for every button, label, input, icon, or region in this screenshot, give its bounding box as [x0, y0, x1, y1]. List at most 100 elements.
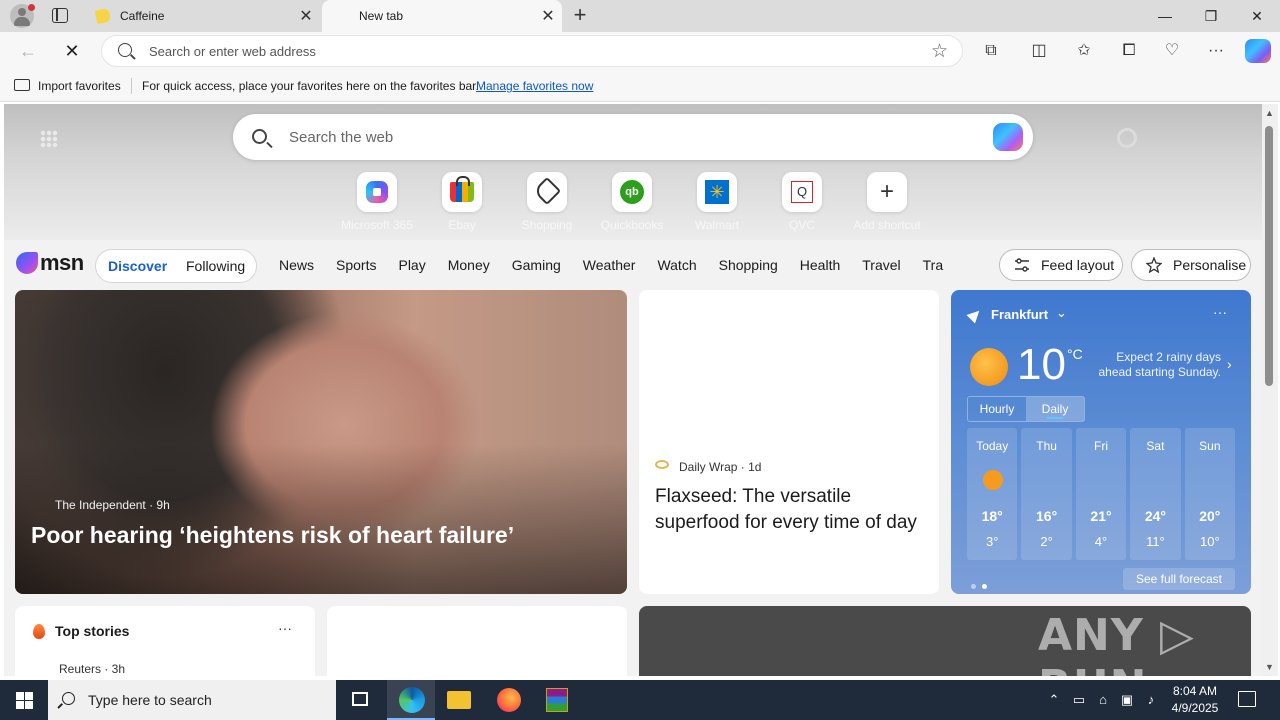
more-options-icon[interactable]: ··· — [278, 620, 292, 636]
scroll-up-icon[interactable]: ▲ — [1265, 108, 1274, 118]
browser-essentials-icon[interactable]: ♡ — [1160, 40, 1184, 62]
weather-location[interactable]: Frankfurt — [991, 307, 1048, 322]
notifications-icon[interactable] — [1238, 691, 1256, 707]
forecast-day[interactable]: Sun 20° 10° — [1184, 428, 1236, 560]
low-temp: 2° — [1040, 534, 1053, 549]
tab-caffeine[interactable]: Caffeine ✕ — [84, 0, 320, 32]
sunny-icon — [983, 470, 1003, 490]
add-favorite-icon[interactable]: ☆ — [931, 40, 948, 63]
battery-icon[interactable]: ▭ — [1068, 680, 1090, 720]
chevron-right-icon[interactable]: › — [1227, 356, 1232, 372]
shortcut-ebay[interactable]: Ebay — [419, 172, 505, 232]
navigation-bar: ← ✕ Search or enter web address ☆ ⧉ ◫ ✩ … — [0, 32, 1280, 70]
news-card-placeholder[interactable] — [327, 606, 627, 676]
chevron-down-icon[interactable]: ⌄ — [1056, 305, 1067, 321]
task-view-button[interactable] — [336, 680, 384, 720]
vertical-scrollbar[interactable]: ▲ ▼ — [1262, 104, 1278, 676]
forecast-day[interactable]: Today 18° 3° — [967, 428, 1018, 560]
more-icon[interactable]: ··· — [1204, 40, 1228, 62]
shortcut-microsoft-365[interactable]: Microsoft 365 — [334, 172, 420, 232]
collections-icon[interactable]: ⧠ — [1117, 40, 1141, 62]
hero-news-card[interactable]: The Independent · 9h Poor hearing ‘heigh… — [15, 290, 627, 594]
feed-layout-button[interactable]: Feed layout — [999, 249, 1123, 281]
forecast-day[interactable]: Sat 24° 11° — [1130, 428, 1181, 560]
tab-close-icon[interactable]: ✕ — [292, 6, 320, 26]
article-source: The Independent · 9h — [55, 498, 170, 512]
taskbar-edge[interactable] — [387, 680, 435, 720]
tab-new-tab[interactable]: New tab ✕ — [322, 0, 562, 32]
shortcut-qvc[interactable]: Q QVC — [759, 172, 845, 232]
shortcut-walmart[interactable]: ✳ Walmart — [674, 172, 760, 232]
usb-device-icon[interactable]: ⌂ — [1092, 680, 1114, 720]
more-options-icon[interactable]: ··· — [1213, 304, 1227, 320]
tab-hourly[interactable]: Hourly — [968, 397, 1026, 421]
edge-icon — [399, 687, 425, 713]
windows-start-button[interactable] — [0, 680, 48, 720]
taskbar-firefox[interactable] — [485, 680, 533, 720]
copilot-icon[interactable] — [993, 123, 1023, 151]
manage-favorites-link[interactable]: Manage favorites now — [476, 79, 593, 93]
scroll-down-icon[interactable]: ▼ — [1265, 662, 1274, 672]
tab-daily[interactable]: Daily — [1026, 397, 1084, 421]
add-shortcut-button[interactable]: + Add shortcut — [844, 172, 930, 232]
minimize-button[interactable]: — — [1142, 0, 1188, 32]
nav-news[interactable]: News — [279, 257, 314, 273]
close-window-button[interactable]: ✕ — [1234, 0, 1280, 32]
favorites-icon[interactable]: ✩ — [1072, 40, 1096, 62]
nav-gaming[interactable]: Gaming — [512, 257, 561, 273]
nav-watch[interactable]: Watch — [657, 257, 696, 273]
sticky-note-icon — [94, 7, 112, 25]
nav-money[interactable]: Money — [448, 257, 490, 273]
forecast-day[interactable]: Thu 16° 2° — [1021, 428, 1072, 560]
web-search-box[interactable]: Search the web — [233, 114, 1033, 160]
nav-play[interactable]: Play — [398, 257, 425, 273]
nav-health[interactable]: Health — [800, 257, 840, 273]
personalise-button[interactable]: Personalise — [1131, 249, 1251, 281]
scroll-thumb[interactable] — [1265, 126, 1273, 386]
system-clock[interactable]: 8:04 AM 4/9/2025 — [1160, 683, 1230, 717]
split-screen-icon[interactable]: ◫ — [1027, 40, 1051, 62]
taskbar-file-explorer[interactable] — [435, 680, 483, 720]
day-name: Fri — [1094, 439, 1109, 453]
article-card[interactable]: Daily Wrap · 1d Flaxseed: The versatile … — [639, 290, 939, 594]
nav-sports[interactable]: Sports — [336, 257, 376, 273]
forecast-tabs: Hourly Daily — [967, 396, 1085, 422]
nav-traffic[interactable]: Tra — [923, 257, 943, 273]
import-favorites-button[interactable]: Import favorites — [38, 79, 121, 93]
stop-loading-icon[interactable]: ✕ — [58, 39, 86, 63]
shortcut-shopping[interactable]: Shopping — [504, 172, 590, 232]
tab-actions-icon[interactable] — [52, 8, 68, 23]
firefox-icon — [497, 688, 521, 712]
weather-card[interactable]: Frankfurt ⌄ ··· 10 °C Expect 2 rainy day… — [951, 290, 1251, 594]
profile-icon[interactable] — [10, 4, 35, 28]
tab-following[interactable]: Following — [186, 258, 245, 274]
taskbar-winrar[interactable] — [533, 680, 581, 720]
extensions-icon[interactable]: ⧉ — [979, 40, 1003, 62]
nav-travel[interactable]: Travel — [862, 257, 900, 273]
msn-logo[interactable]: msn — [16, 250, 84, 276]
app-launcher-icon[interactable] — [40, 130, 58, 148]
carousel-dots[interactable] — [971, 576, 993, 594]
show-hidden-icons[interactable]: ⌃ — [1044, 680, 1064, 720]
restore-button[interactable]: ❐ — [1188, 0, 1234, 32]
settings-gear-icon[interactable] — [1117, 128, 1137, 148]
address-bar[interactable]: Search or enter web address ☆ — [101, 35, 963, 67]
shortcut-quickbooks[interactable]: qb Quickbooks — [589, 172, 675, 232]
network-icon[interactable]: ▣ — [1116, 680, 1138, 720]
article-headline[interactable]: Poor hearing ‘heightens risk of heart fa… — [31, 522, 514, 549]
nav-shopping[interactable]: Shopping — [719, 257, 778, 273]
new-tab-button[interactable]: + — [568, 4, 592, 28]
tab-discover[interactable]: Discover — [108, 258, 167, 274]
back-icon[interactable]: ← — [14, 39, 42, 63]
volume-icon[interactable]: ♪ — [1140, 680, 1162, 720]
copilot-icon[interactable] — [1245, 39, 1271, 63]
taskbar-search-box[interactable]: Type here to search — [48, 680, 336, 720]
article-headline[interactable]: Flaxseed: The versatile superfood for ev… — [655, 484, 925, 536]
nav-weather[interactable]: Weather — [583, 257, 636, 273]
see-full-forecast-button[interactable]: See full forecast — [1123, 568, 1235, 590]
forecast-day[interactable]: Fri 21° 4° — [1075, 428, 1127, 560]
tab-close-icon[interactable]: ✕ — [534, 6, 562, 26]
low-temp: 3° — [985, 534, 999, 549]
article-source: Reuters · 3h — [59, 662, 126, 676]
shortcut-label: QVC — [788, 218, 815, 232]
